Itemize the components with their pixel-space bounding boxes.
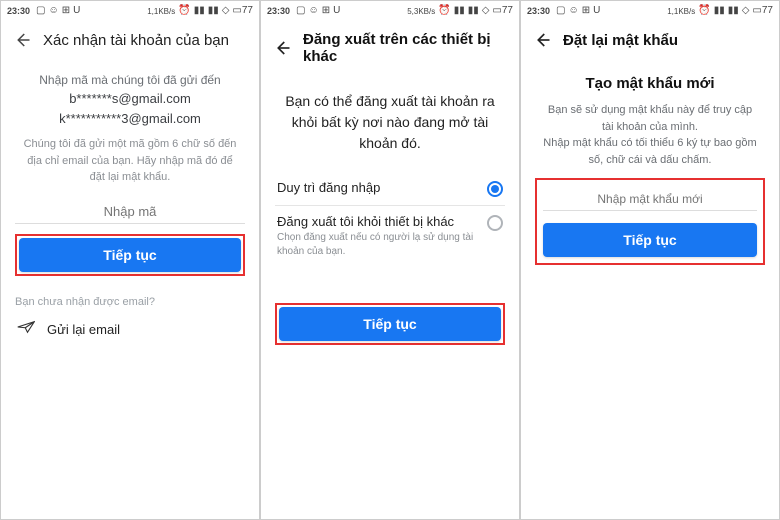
continue-button[interactable]: Tiếp tục (19, 238, 241, 272)
signal2-icon: ▮▮ (208, 6, 219, 16)
headline-text: Bạn có thể đăng xuất tài khoản ra khỏi b… (275, 85, 505, 172)
content-area: Tạo mật khẩu mới Bạn sẽ sử dụng mật khẩu… (521, 63, 779, 271)
header-title: Đăng xuất trên các thiết bị khác (303, 31, 507, 65)
code-input[interactable] (15, 198, 245, 224)
status-left-icons: ▢ ☺ ⊞ U (36, 6, 80, 16)
alarm-icon: ⏰ (178, 6, 190, 16)
status-bar: 23:30 ▢ ☺ ⊞ U 5,3KB/s ⏰ ▮▮ ▮▮ ◇ ▭77 (261, 1, 519, 21)
wifi-icon: ◇ (482, 6, 490, 16)
screen-confirm-account: 23:30 ▢ ☺ ⊞ U 1,1KB/s ⏰ ▮▮ ▮▮ ◇ ▭77 Xác … (0, 0, 260, 520)
status-time: 23:30 (527, 6, 550, 16)
create-password-title: Tạo mật khẩu mới (585, 75, 714, 92)
description-text: Chúng tôi đã gửi một mã gồm 6 chữ số đến… (15, 136, 245, 186)
app-icon: ⊞ (582, 6, 590, 16)
back-arrow-icon[interactable] (533, 31, 551, 49)
option-1-title: Duy trì đăng nhập (277, 180, 479, 195)
app-icon: ⊞ (62, 6, 70, 16)
radio-selected-icon[interactable] (487, 181, 503, 197)
signal-icon: ▮▮ (194, 6, 205, 16)
wifi-icon: ◇ (222, 6, 230, 16)
messenger-icon: ☺ (48, 6, 58, 16)
messenger-icon: ☺ (568, 6, 578, 16)
password-desc: Bạn sẽ sử dụng mật khẩu này để truy cập … (535, 102, 765, 168)
back-arrow-icon[interactable] (273, 39, 291, 57)
email-1: b*******s@gmail.com (59, 89, 201, 109)
letter-u-icon: U (333, 6, 340, 16)
network-speed: 1,1KB/s (147, 7, 175, 16)
status-bar: 23:30 ▢ ☺ ⊞ U 1,1KB/s ⏰ ▮▮ ▮▮ ◇ ▭77 (521, 1, 779, 21)
highlight-continue: Tiếp tục (15, 234, 245, 276)
content-area: Nhập mã mà chúng tôi đã gửi đến b*******… (1, 63, 259, 345)
status-right-icons: 1,1KB/s ⏰ ▮▮ ▮▮ ◇ ▭77 (667, 6, 773, 16)
status-time: 23:30 (267, 6, 290, 16)
signal2-icon: ▮▮ (468, 6, 479, 16)
header-title: Xác nhận tài khoản của bạn (43, 32, 229, 49)
signal2-icon: ▮▮ (728, 6, 739, 16)
continue-button[interactable]: Tiếp tục (543, 223, 757, 257)
battery-icon: ▭77 (492, 6, 513, 16)
app-header: Xác nhận tài khoản của bạn (1, 21, 259, 63)
notif-icon: ▢ (36, 6, 45, 16)
status-left-icons: ▢ ☺ ⊞ U (556, 6, 600, 16)
notif-icon: ▢ (556, 6, 565, 16)
letter-u-icon: U (73, 6, 80, 16)
screen-logout-devices: 23:30 ▢ ☺ ⊞ U 5,3KB/s ⏰ ▮▮ ▮▮ ◇ ▭77 Đăng… (260, 0, 520, 520)
status-left-icons: ▢ ☺ ⊞ U (296, 6, 340, 16)
battery-icon: ▭77 (752, 6, 773, 16)
screen-reset-password: 23:30 ▢ ☺ ⊞ U 1,1KB/s ⏰ ▮▮ ▮▮ ◇ ▭77 Đặt … (520, 0, 780, 520)
intro-text: Nhập mã mà chúng tôi đã gửi đến (39, 73, 220, 87)
back-arrow-icon[interactable] (13, 31, 31, 49)
app-header: Đăng xuất trên các thiết bị khác (261, 21, 519, 79)
network-speed: 5,3KB/s (407, 7, 435, 16)
signal-icon: ▮▮ (714, 6, 725, 16)
alarm-icon: ⏰ (438, 6, 450, 16)
send-icon (17, 320, 35, 339)
option-logout-others[interactable]: Đăng xuất tôi khỏi thiết bị khác Chọn đă… (275, 205, 505, 267)
app-icon: ⊞ (322, 6, 330, 16)
not-received-text: Bạn chưa nhận được email? (15, 296, 155, 308)
status-right-icons: 1,1KB/s ⏰ ▮▮ ▮▮ ◇ ▭77 (147, 6, 253, 16)
option-stay-logged-in[interactable]: Duy trì đăng nhập (275, 172, 505, 205)
signal-icon: ▮▮ (454, 6, 465, 16)
email-list: b*******s@gmail.com k***********3@gmail.… (59, 89, 201, 128)
status-bar: 23:30 ▢ ☺ ⊞ U 1,1KB/s ⏰ ▮▮ ▮▮ ◇ ▭77 (1, 1, 259, 21)
status-right-icons: 5,3KB/s ⏰ ▮▮ ▮▮ ◇ ▭77 (407, 6, 513, 16)
messenger-icon: ☺ (308, 6, 318, 16)
continue-button[interactable]: Tiếp tục (279, 307, 501, 341)
battery-icon: ▭77 (232, 6, 253, 16)
resend-email-row[interactable]: Gửi lại email (15, 320, 120, 339)
wifi-icon: ◇ (742, 6, 750, 16)
status-time: 23:30 (7, 6, 30, 16)
highlight-continue: Tiếp tục (275, 303, 505, 345)
option-2-title: Đăng xuất tôi khỏi thiết bị khác (277, 214, 479, 229)
radio-unselected-icon[interactable] (487, 215, 503, 231)
option-2-sub: Chọn đăng xuất nếu có người lạ sử dụng t… (277, 231, 479, 259)
app-header: Đặt lại mật khẩu (521, 21, 779, 63)
alarm-icon: ⏰ (698, 6, 710, 16)
header-title: Đặt lại mật khẩu (563, 32, 678, 49)
highlight-password-area: Tiếp tục (535, 178, 765, 265)
new-password-input[interactable] (543, 186, 757, 211)
notif-icon: ▢ (296, 6, 305, 16)
email-2: k***********3@gmail.com (59, 109, 201, 129)
resend-label: Gửi lại email (47, 322, 120, 337)
letter-u-icon: U (593, 6, 600, 16)
network-speed: 1,1KB/s (667, 7, 695, 16)
content-area: Bạn có thể đăng xuất tài khoản ra khỏi b… (261, 79, 519, 351)
